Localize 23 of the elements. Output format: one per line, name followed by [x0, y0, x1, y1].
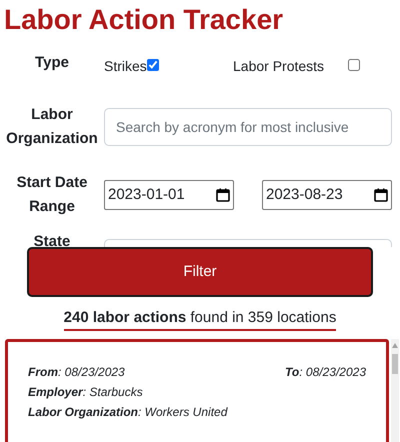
page-title: Labor Action Tracker — [3, 3, 284, 37]
checkbox-label: Labor Protests — [233, 57, 324, 76]
type-checkbox[interactable] — [348, 58, 360, 70]
organization-label: Labor Organization — [5, 105, 99, 149]
results-summary: 240 labor actions found in 359 locations — [64, 307, 336, 331]
from-date: From: 08/23/2023 — [28, 364, 125, 381]
state-label: State — [34, 233, 70, 247]
action-card[interactable]: From: 08/23/2023 To: 08/23/2023 Employer: Starbucks Labor Organization: Workers United — [5, 339, 389, 442]
start-date-field[interactable]: 2023-01-01 — [104, 180, 234, 210]
scroll-thumb[interactable] — [392, 354, 398, 374]
filter-button[interactable]: Filter — [27, 247, 373, 297]
date-range-label: Start Date Range — [16, 173, 88, 217]
organization-search-field[interactable]: Search by acronym for most inclusive — [104, 108, 392, 146]
type-label: Type — [35, 53, 69, 73]
employer-text: Employer: Starbucks — [28, 385, 143, 399]
to-date: To: 08/23/2023 — [285, 364, 366, 381]
end-date-field[interactable]: 2023-08-23 — [262, 180, 392, 210]
checkbox-label: Strikes — [104, 57, 147, 76]
organization-text: Labor Organization: Workers United — [28, 405, 228, 419]
calendar-icon[interactable] — [216, 188, 230, 202]
type-checkbox[interactable] — [146, 58, 159, 70]
scrollbar[interactable] — [391, 339, 399, 442]
calendar-icon[interactable] — [374, 188, 388, 202]
